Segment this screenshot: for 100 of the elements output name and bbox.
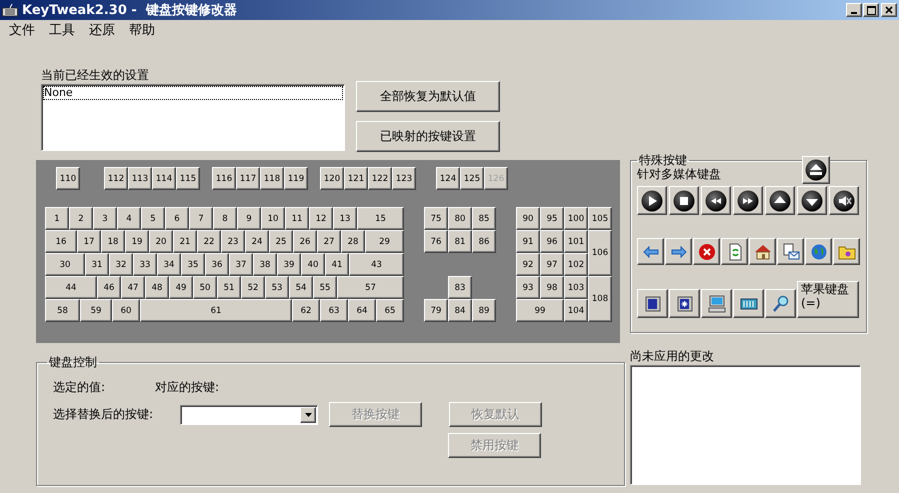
key[interactable]: 81	[448, 230, 472, 253]
eject-button[interactable]	[802, 156, 830, 184]
key[interactable]: 106	[588, 230, 612, 276]
fast-forward-button[interactable]	[733, 186, 763, 215]
key[interactable]: 48	[145, 276, 169, 299]
key[interactable]: 9	[237, 207, 261, 230]
key[interactable]: 5	[141, 207, 165, 230]
key[interactable]: 3	[93, 207, 117, 230]
key[interactable]: 89	[472, 299, 496, 322]
key[interactable]: 26	[293, 230, 317, 253]
key[interactable]: 40	[301, 253, 325, 276]
key[interactable]: 63	[320, 299, 348, 322]
key[interactable]: 57	[337, 276, 404, 299]
key[interactable]: 49	[169, 276, 193, 299]
settings-list[interactable]: None	[41, 84, 345, 151]
key[interactable]: 75	[424, 207, 448, 230]
key[interactable]: 117	[236, 167, 260, 190]
key[interactable]: 101	[564, 230, 588, 253]
key[interactable]: 17	[77, 230, 101, 253]
key[interactable]: 27	[317, 230, 341, 253]
key[interactable]: 64	[348, 299, 376, 322]
left-arrow-button[interactable]	[637, 238, 664, 265]
key[interactable]: 30	[45, 253, 85, 276]
key-dropdown[interactable]	[180, 404, 318, 424]
key[interactable]: 102	[564, 253, 588, 276]
minimize-button[interactable]	[846, 3, 862, 17]
pending-changes-list[interactable]	[630, 365, 861, 485]
key[interactable]: 104	[564, 299, 588, 322]
key[interactable]: 118	[260, 167, 284, 190]
key[interactable]: 58	[45, 299, 80, 322]
key[interactable]: 120	[320, 167, 344, 190]
key[interactable]: 12	[309, 207, 333, 230]
mail-button[interactable]	[777, 238, 804, 265]
key[interactable]: 21	[173, 230, 197, 253]
key[interactable]: 13	[333, 207, 357, 230]
key[interactable]: 96	[540, 230, 564, 253]
search-button[interactable]	[765, 289, 796, 318]
home-button[interactable]	[749, 238, 776, 265]
down-triangle-button[interactable]	[797, 186, 827, 215]
key[interactable]: 119	[284, 167, 308, 190]
key[interactable]: 2	[69, 207, 93, 230]
key[interactable]: 38	[253, 253, 277, 276]
key[interactable]: 36	[205, 253, 229, 276]
key[interactable]: 60	[112, 299, 140, 322]
key[interactable]: 115	[176, 167, 200, 190]
key[interactable]: 15	[357, 207, 404, 230]
key[interactable]: 95	[540, 207, 564, 230]
key[interactable]: 51	[217, 276, 241, 299]
key[interactable]: 39	[277, 253, 301, 276]
key[interactable]: 50	[193, 276, 217, 299]
key[interactable]: 93	[516, 276, 540, 299]
key[interactable]: 91	[516, 230, 540, 253]
key[interactable]: 16	[45, 230, 77, 253]
key[interactable]: 1	[45, 207, 69, 230]
action-button[interactable]: 全部恢复为默认值	[356, 81, 500, 112]
key[interactable]: 34	[157, 253, 181, 276]
key[interactable]: 28	[341, 230, 365, 253]
key[interactable]: 97	[540, 253, 564, 276]
list-item[interactable]: None	[44, 87, 342, 99]
monitor-star-button[interactable]	[669, 289, 700, 318]
key[interactable]: 11	[285, 207, 309, 230]
key[interactable]: 6	[165, 207, 189, 230]
key[interactable]: 110	[56, 167, 80, 190]
globe-button[interactable]	[805, 238, 832, 265]
monitor-moon-button[interactable]	[637, 289, 668, 318]
key[interactable]: 122	[368, 167, 392, 190]
key[interactable]: 105	[588, 207, 612, 230]
action-button[interactable]: 已映射的按键设置	[356, 121, 500, 152]
key[interactable]: 90	[516, 207, 540, 230]
key[interactable]: 46	[97, 276, 121, 299]
key[interactable]: 7	[189, 207, 213, 230]
keyboard-button[interactable]	[733, 289, 764, 318]
stop-button[interactable]	[669, 186, 699, 215]
key[interactable]: 47	[121, 276, 145, 299]
key[interactable]: 18	[101, 230, 125, 253]
key[interactable]: 33	[133, 253, 157, 276]
key[interactable]: 54	[289, 276, 313, 299]
mute-button[interactable]	[829, 186, 859, 215]
key[interactable]: 114	[152, 167, 176, 190]
key[interactable]: 61	[140, 299, 292, 322]
key[interactable]: 80	[448, 207, 472, 230]
key[interactable]: 113	[128, 167, 152, 190]
key[interactable]: 108	[588, 276, 612, 322]
key[interactable]: 85	[472, 207, 496, 230]
key[interactable]: 86	[472, 230, 496, 253]
menu-item[interactable]: 工具	[44, 21, 80, 39]
key[interactable]: 62	[292, 299, 320, 322]
key[interactable]: 100	[564, 207, 588, 230]
apple-keyboard-button[interactable]: 苹果键盘 (=)	[797, 281, 859, 318]
key[interactable]: 98	[540, 276, 564, 299]
key[interactable]: 43	[349, 253, 404, 276]
computer-button[interactable]	[701, 289, 732, 318]
key[interactable]: 35	[181, 253, 205, 276]
key[interactable]: 22	[197, 230, 221, 253]
key[interactable]: 20	[149, 230, 173, 253]
key[interactable]: 84	[448, 299, 472, 322]
key[interactable]: 121	[344, 167, 368, 190]
key[interactable]: 116	[212, 167, 236, 190]
menu-item[interactable]: 帮助	[124, 21, 160, 39]
key[interactable]: 76	[424, 230, 448, 253]
